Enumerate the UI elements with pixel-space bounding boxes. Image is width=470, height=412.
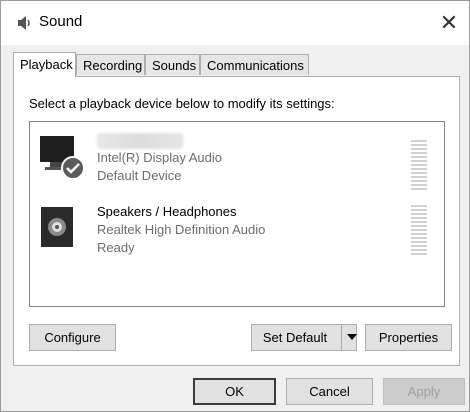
set-default-label: Set Default <box>262 330 328 345</box>
close-button[interactable]: ✕ <box>435 9 463 37</box>
set-default-button[interactable]: Set Default <box>251 324 357 351</box>
device-status: Default Device <box>97 168 182 183</box>
device-list[interactable]: Intel(R) Display Audio Default Device Sp… <box>29 121 445 307</box>
sound-dialog: Sound ✕ Playback Recording Sounds Commun… <box>0 0 470 412</box>
properties-button[interactable]: Properties <box>365 324 452 351</box>
speaker-icon <box>41 207 73 247</box>
green-check-icon <box>61 156 85 180</box>
volume-level-meter <box>411 140 427 192</box>
device-item-display-audio[interactable]: Intel(R) Display Audio Default Device <box>37 132 437 192</box>
playback-panel: Select a playback device below to modify… <box>13 76 460 366</box>
ok-button[interactable]: OK <box>193 378 276 405</box>
window-title: Sound <box>39 13 83 30</box>
tab-communications[interactable]: Communications <box>200 54 309 75</box>
close-icon: ✕ <box>439 10 459 35</box>
volume-level-meter <box>411 205 427 257</box>
speaker-icon <box>18 16 30 30</box>
tab-recording[interactable]: Recording <box>76 54 145 75</box>
apply-button: Apply <box>383 378 465 405</box>
monitor-icon <box>40 136 85 180</box>
cancel-button[interactable]: Cancel <box>286 378 373 405</box>
device-info: Speakers / Headphones Realtek High Defin… <box>97 203 265 257</box>
tab-sounds[interactable]: Sounds <box>145 54 200 75</box>
instruction-text: Select a playback device below to modify… <box>29 96 335 111</box>
configure-button[interactable]: Configure <box>29 324 116 351</box>
device-status: Ready <box>97 240 135 255</box>
device-info: Intel(R) Display Audio Default Device <box>97 132 222 185</box>
device-item-speakers[interactable]: Speakers / Headphones Realtek High Defin… <box>37 203 437 263</box>
title-bar[interactable]: Sound ✕ <box>1 1 469 45</box>
device-name: Speakers / Headphones <box>97 204 237 219</box>
device-driver: Realtek High Definition Audio <box>97 222 266 237</box>
device-name-obscured <box>97 133 183 149</box>
chevron-down-icon[interactable] <box>341 324 361 351</box>
device-driver: Intel(R) Display Audio <box>97 150 222 165</box>
tab-playback[interactable]: Playback <box>13 52 76 77</box>
